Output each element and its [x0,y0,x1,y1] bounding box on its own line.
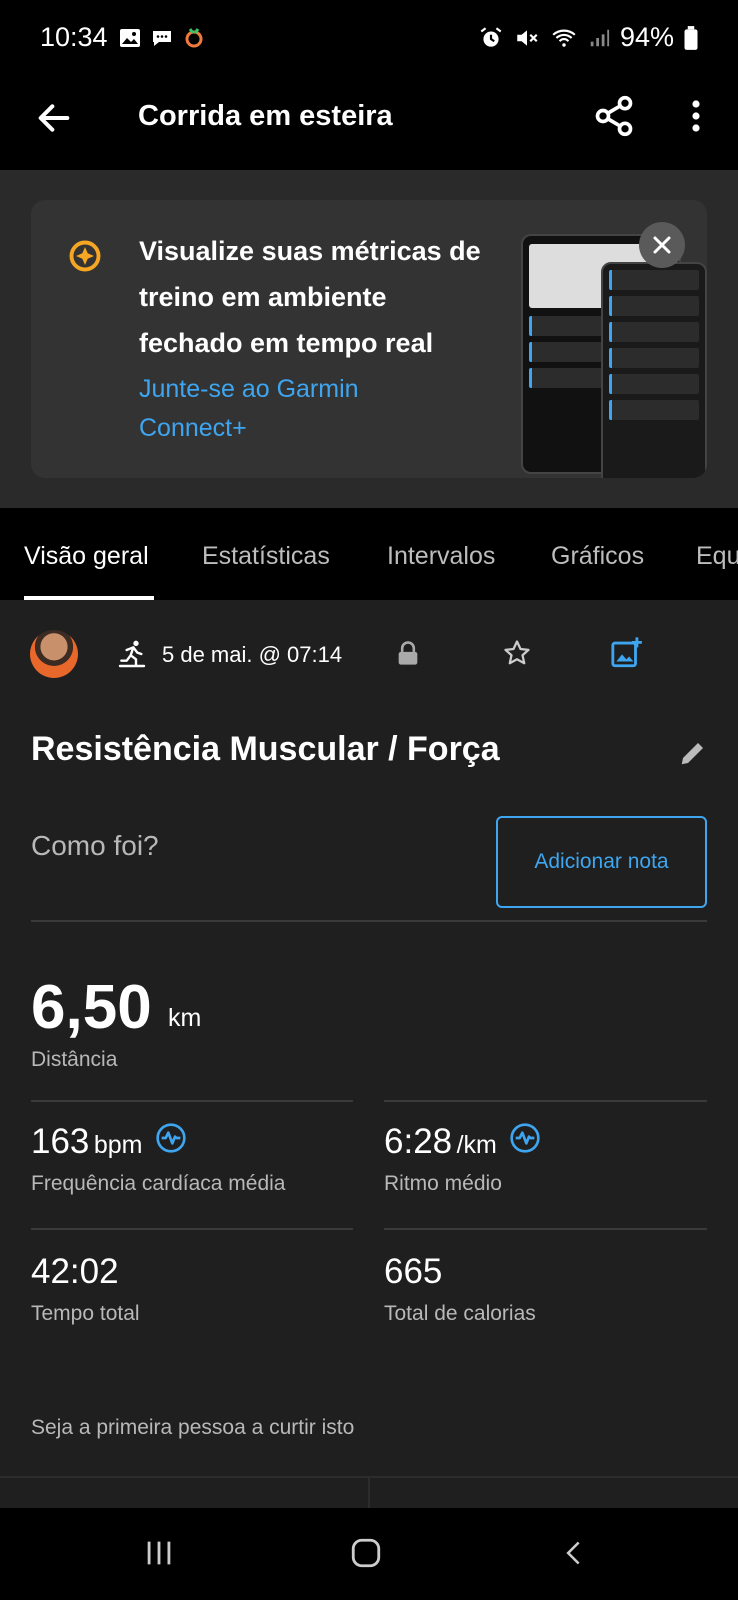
heart-rate-label: Frequência cardíaca média [31,1172,286,1195]
distance-label: Distância [31,1048,118,1071]
close-icon [653,236,671,254]
promo-section: Visualize suas métricas de treino em amb… [0,170,738,508]
signal-icon [590,29,610,46]
treadmill-run-icon [118,640,146,668]
heart-rate-unit: bpm [93,1131,143,1159]
star-icon[interactable] [502,638,532,668]
system-nav-bar [0,1508,738,1600]
tab-intervals[interactable]: Intervalos [387,542,495,571]
divider [384,1100,707,1102]
divider [368,1476,370,1508]
recent-apps-icon[interactable] [142,1536,176,1570]
tab-statistics[interactable]: Estatísticas [202,542,330,571]
activity-datetime: 5 de mai. @ 07:14 [162,642,343,667]
share-icon[interactable] [592,94,636,138]
wifi-icon [552,29,576,47]
tab-bar: Visão geral Estatísticas Intervalos Gráf… [0,508,738,600]
app-bar: Corrida em esteira [0,78,738,170]
pace-sensor-icon[interactable] [509,1122,541,1154]
phone-illustration [601,262,707,478]
home-icon[interactable] [348,1536,384,1570]
alarm-icon [480,26,502,47]
tab-equipment[interactable]: Equ [696,542,738,571]
close-button[interactable] [639,222,685,268]
total-time-label: Tempo total [31,1302,140,1325]
status-time: 10:34 [40,22,108,52]
likes-text[interactable]: Seja a primeira pessoa a curtir isto [31,1416,354,1440]
heart-rate-sensor-icon[interactable] [155,1122,187,1154]
overview-content: 5 de mai. @ 07:14 Resistência Muscular /… [0,600,738,1508]
back-nav-icon[interactable] [560,1536,588,1570]
add-photo-icon[interactable] [610,636,644,670]
more-vert-icon[interactable] [678,94,714,138]
page-title: Corrida em esteira [138,100,393,132]
arrow-left-icon[interactable] [34,98,74,138]
battery-icon [684,25,698,50]
divider [31,1100,353,1102]
distance-value: 6,50 [31,973,152,1042]
calories-label: Total de calorias [384,1302,536,1325]
total-time-stat: 42:02 Tempo total [31,1252,140,1326]
promo-headline: Visualize suas métricas de treino em amb… [139,236,481,358]
activity-name: Resistência Muscular / Força [31,730,500,768]
pace-value: 6:28 [384,1122,453,1161]
tab-overview[interactable]: Visão geral [24,542,149,571]
pace-unit: /km [456,1131,497,1159]
calories-stat: 665 Total de calorias [384,1252,536,1326]
garmin-icon [185,28,203,48]
add-note-button[interactable]: Adicionar nota [496,816,707,908]
promo-card[interactable]: Visualize suas métricas de treino em amb… [31,200,707,478]
divider [384,1228,707,1230]
battery-percent: 94% [619,22,674,52]
tab-charts[interactable]: Gráficos [551,542,644,571]
total-time-value: 42:02 [31,1252,119,1291]
garmin-connect-plus-icon [69,240,101,272]
avatar[interactable] [30,630,78,678]
promo-cta-link[interactable]: Junte-se ao Garmin Connect+ [139,370,459,448]
gallery-icon [120,29,140,47]
chat-icon [153,31,171,46]
heart-rate-value: 163 [31,1122,90,1161]
divider [31,1228,353,1230]
calories-value: 665 [384,1252,443,1291]
distance-unit: km [168,1004,202,1032]
divider [31,920,707,922]
pace-stat: 6:28 /km Ritmo médio [384,1122,541,1196]
pencil-icon[interactable] [678,738,708,768]
mute-icon [517,29,538,46]
lock-icon[interactable] [394,638,422,668]
how-was-prompt: Como foi? [31,830,159,861]
status-bar: 10:34 94% [0,0,738,78]
pace-label: Ritmo médio [384,1172,502,1195]
heart-rate-stat: 163 bpm Frequência cardíaca média [31,1122,285,1196]
